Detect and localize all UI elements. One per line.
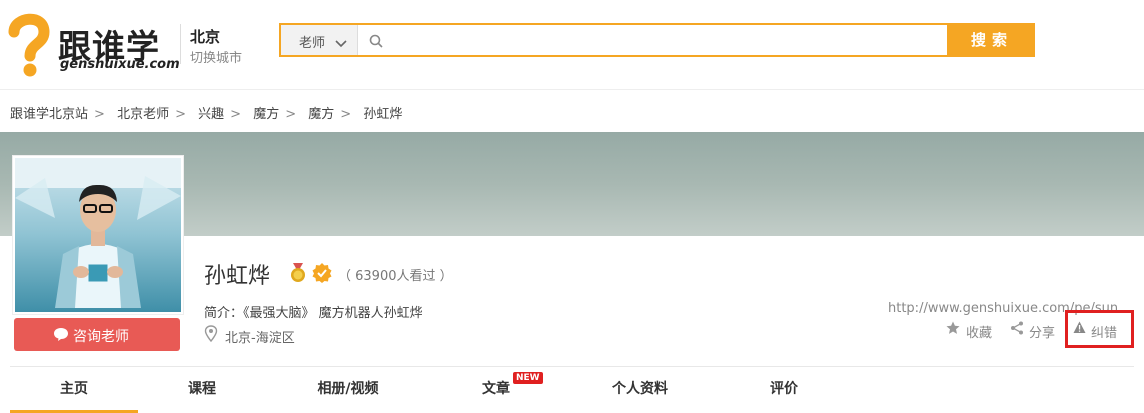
tab-reviews[interactable]: 评价 (720, 367, 848, 413)
share-label: 分享 (1029, 326, 1056, 341)
breadcrumb-current: 孙虹烨 (363, 107, 403, 122)
teacher-location: 北京-海淀区 (225, 331, 295, 346)
favorite-label: 收藏 (966, 326, 993, 341)
breadcrumb-item[interactable]: 魔方 (308, 107, 334, 122)
location-pin-icon (204, 325, 218, 346)
search-box: 老师 (279, 23, 949, 57)
logo-domain: genshuixue.com (60, 57, 180, 72)
teacher-intro: 简介：《最强大脑》 魔方机器人孙虹烨 (204, 306, 423, 321)
view-count: （ 63900人看过 ） (338, 269, 453, 284)
breadcrumb-item[interactable]: 魔方 (253, 107, 279, 122)
site-header: 跟谁学 genshuixue.com 北京 切换城市 老师 搜索 (0, 0, 1144, 90)
tab-home[interactable]: 主页 (10, 367, 138, 413)
search-button[interactable]: 搜索 (949, 23, 1035, 57)
current-city: 北京 (190, 28, 221, 46)
report-highlight-box (1065, 310, 1134, 348)
breadcrumb-item[interactable]: 跟谁学北京站 (10, 107, 88, 122)
tab-courses[interactable]: 课程 (138, 367, 266, 413)
search-icon (369, 33, 383, 52)
chat-bubble-icon (53, 327, 69, 346)
breadcrumb-separator: > (285, 107, 297, 122)
breadcrumb-separator: > (94, 107, 105, 122)
medal-badge-icon[interactable] (289, 263, 307, 287)
breadcrumb-separator: > (175, 107, 186, 122)
chevron-down-icon (335, 34, 347, 53)
tab-profile[interactable]: 个人资料 (576, 367, 704, 413)
breadcrumb-item[interactable]: 北京老师 (117, 107, 169, 122)
search-type-label: 老师 (299, 36, 326, 51)
breadcrumb-separator: > (340, 107, 352, 122)
new-badge: NEW (513, 372, 543, 384)
star-icon (946, 321, 960, 339)
verified-badge-icon[interactable] (312, 263, 332, 287)
consult-button-label: 咨询老师 (73, 329, 129, 345)
teacher-name: 孙虹烨 (204, 264, 271, 289)
tab-album-video[interactable]: 相册/视频 (284, 367, 412, 413)
search-type-select[interactable]: 老师 (281, 25, 358, 55)
header-divider (0, 89, 1144, 90)
breadcrumb-item[interactable]: 兴趣 (198, 107, 224, 122)
search-input[interactable] (389, 27, 933, 55)
consult-teacher-button[interactable]: 咨询老师 (14, 318, 180, 351)
logo-question-icon[interactable] (8, 10, 50, 78)
share-icon (1010, 321, 1024, 339)
switch-city-link[interactable]: 切换城市 (190, 47, 242, 66)
breadcrumb-separator: > (230, 107, 242, 122)
city-divider (180, 24, 181, 64)
teacher-photo[interactable] (12, 155, 184, 315)
breadcrumb: 跟谁学北京站 > 北京老师 > 兴趣 > 魔方 > 魔方 > 孙虹烨 (10, 103, 402, 122)
